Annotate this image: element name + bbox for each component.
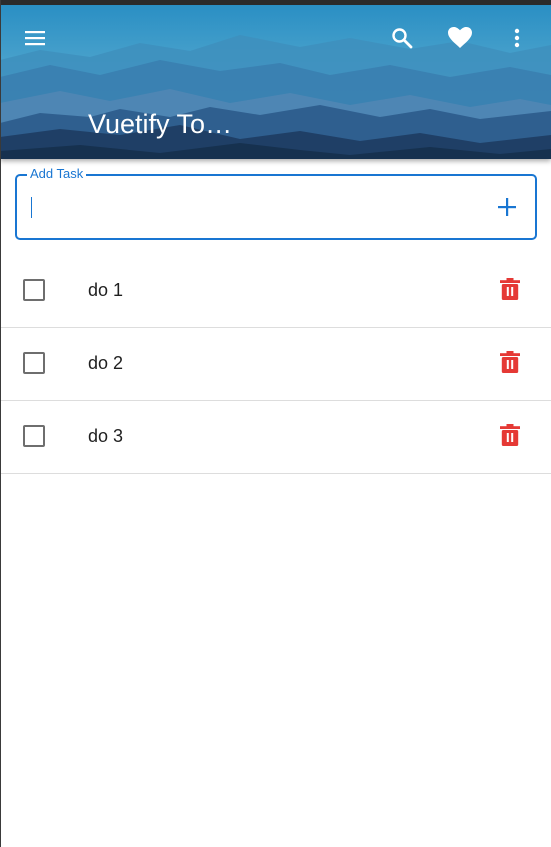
task-text: do 3 bbox=[88, 426, 124, 446]
search-button[interactable] bbox=[382, 18, 422, 58]
hamburger-menu-icon bbox=[25, 31, 45, 46]
task-item: do 3 bbox=[0, 401, 551, 474]
add-task-label: Add Task bbox=[27, 166, 87, 182]
task-checkbox[interactable] bbox=[23, 425, 45, 447]
favorite-button[interactable] bbox=[440, 18, 480, 58]
app-bar: Vuetify To… bbox=[0, 5, 551, 159]
search-icon bbox=[392, 28, 413, 49]
add-task-input[interactable] bbox=[29, 190, 479, 224]
more-options-button[interactable] bbox=[497, 18, 537, 58]
task-text: do 2 bbox=[88, 353, 124, 373]
heart-icon bbox=[448, 27, 472, 48]
more-vertical-icon bbox=[514, 28, 520, 48]
task-checkbox[interactable] bbox=[23, 352, 45, 374]
task-list: do 1 do 2 do 3 bbox=[0, 255, 551, 474]
trash-icon bbox=[500, 351, 520, 373]
task-item: do 1 bbox=[0, 255, 551, 328]
delete-task-button[interactable] bbox=[496, 421, 524, 449]
window-left-border bbox=[0, 0, 1, 847]
app-window: Vuetify To… Add Task do 1 do 2 do 3 bbox=[0, 0, 551, 847]
task-text: do 1 bbox=[88, 280, 124, 300]
app-title: Vuetify To… bbox=[88, 109, 233, 139]
trash-icon bbox=[500, 278, 520, 300]
window-top-bar bbox=[0, 0, 551, 5]
menu-button[interactable] bbox=[15, 18, 55, 58]
delete-task-button[interactable] bbox=[496, 275, 524, 303]
trash-icon bbox=[500, 424, 520, 446]
add-task-button[interactable] bbox=[491, 191, 523, 223]
task-item: do 2 bbox=[0, 328, 551, 401]
text-caret bbox=[31, 197, 32, 218]
delete-task-button[interactable] bbox=[496, 348, 524, 376]
add-task-field: Add Task bbox=[15, 166, 537, 240]
plus-icon bbox=[498, 198, 516, 216]
task-checkbox[interactable] bbox=[23, 279, 45, 301]
